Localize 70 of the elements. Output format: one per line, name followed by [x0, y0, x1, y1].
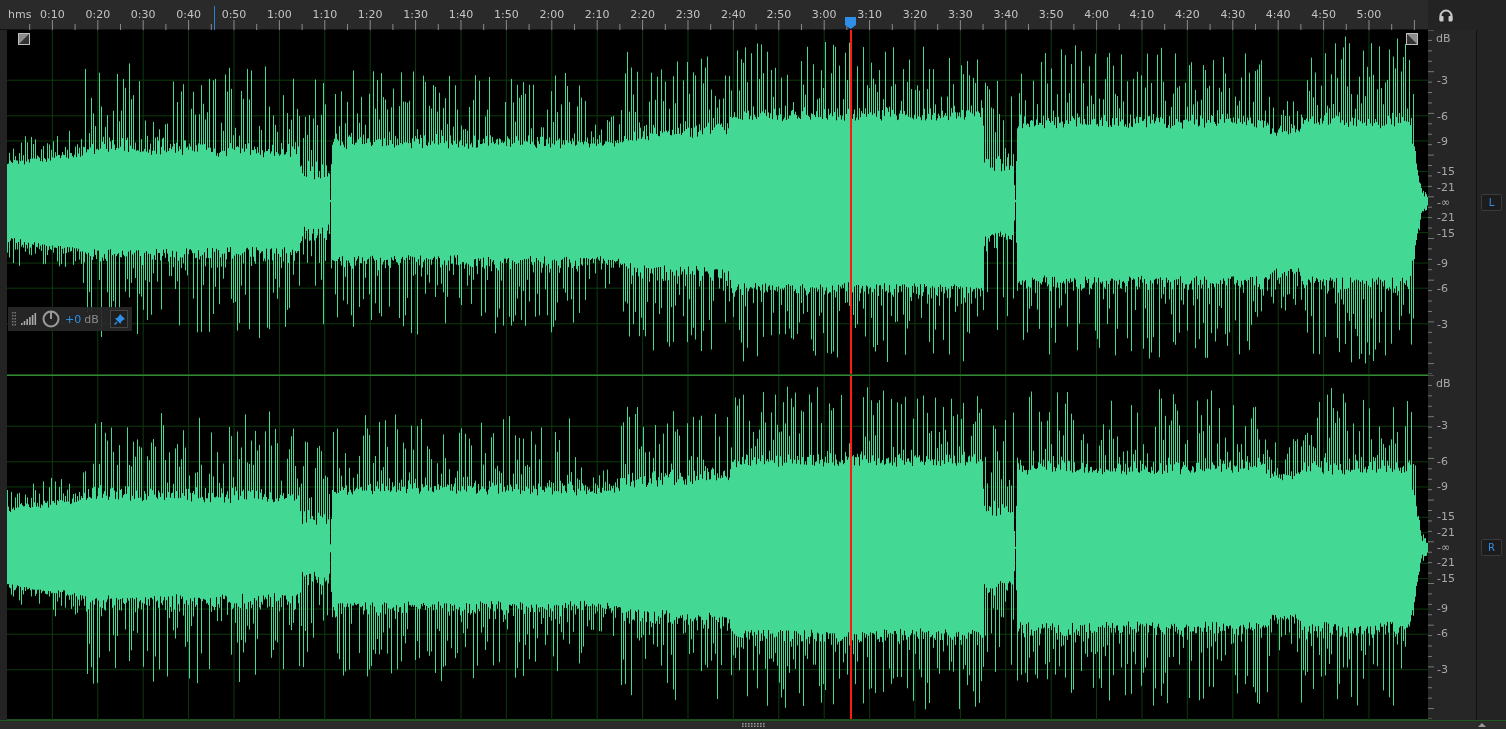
- time-label: 4:50: [1311, 8, 1336, 21]
- db-label: -9: [1437, 602, 1448, 614]
- db-label: -9: [1437, 480, 1448, 492]
- db-label: -3: [1437, 318, 1448, 330]
- fade-out-handle-icon[interactable]: [1406, 33, 1418, 45]
- db-label: -15: [1437, 227, 1455, 239]
- db-label: -21: [1437, 181, 1455, 193]
- pin-icon: [113, 313, 125, 325]
- db-unit-label: dB: [1436, 377, 1451, 390]
- db-label: -9: [1437, 257, 1448, 269]
- db-label: -21: [1437, 211, 1455, 223]
- time-label: 1:30: [403, 8, 428, 21]
- time-label: 0:50: [221, 8, 247, 21]
- time-ruler[interactable]: hms 0:10 0:20 0:30 0:40 0:50 1:00 1:10 1:20 1:30 1:40 1:50 2:00 2:10 2:20 2:30 2:40 2:50 3:00 3:10 3:20 3:30 3:40 3:50 4:00 4:10 4:20 4:30 4:40 4:50 5:00: [0, 0, 1428, 30]
- db-unit-label: dB: [1436, 32, 1451, 45]
- db-label: -3: [1437, 74, 1448, 86]
- volume-knob-icon[interactable]: [42, 310, 60, 328]
- time-label: 3:30: [948, 8, 973, 21]
- grip-icon[interactable]: [12, 311, 16, 327]
- time-label: 4:40: [1265, 8, 1291, 21]
- time-label: 3:40: [993, 8, 1019, 21]
- time-label: 2:40: [721, 8, 746, 21]
- db-label: -21: [1437, 526, 1455, 538]
- time-label: 2:00: [539, 8, 565, 21]
- time-label: 2:50: [766, 8, 792, 21]
- time-label: 0:20: [85, 8, 111, 21]
- db-label: -6: [1437, 455, 1448, 467]
- time-label: 0:30: [130, 8, 156, 21]
- time-label: 4:20: [1175, 8, 1200, 21]
- time-label: 2:20: [630, 8, 655, 21]
- db-label: -15: [1437, 572, 1455, 584]
- time-label: 5:00: [1356, 8, 1382, 21]
- time-label: 1:40: [448, 8, 474, 21]
- time-label: 4:10: [1129, 8, 1155, 21]
- time-label: 2:30: [675, 8, 701, 21]
- time-label: 3:10: [857, 8, 882, 21]
- channel-button[interactable]: R: [1481, 539, 1502, 556]
- caret-icon[interactable]: [1478, 723, 1486, 727]
- db-label: -∞: [1437, 541, 1451, 553]
- db-label: -15: [1437, 165, 1455, 177]
- db-label: -6: [1437, 110, 1448, 122]
- time-label: 1:50: [494, 8, 519, 21]
- db-label: -3: [1437, 663, 1448, 675]
- volume-unit: dB: [84, 312, 99, 326]
- db-label: -∞: [1437, 196, 1451, 208]
- pin-button[interactable]: [110, 310, 128, 328]
- db-label: -3: [1437, 419, 1448, 431]
- time-label: 4:00: [1084, 8, 1109, 21]
- time-label: 1:00: [267, 8, 292, 21]
- db-label: -9: [1437, 135, 1448, 147]
- volume-bars-icon: [21, 313, 37, 325]
- fade-in-handle-icon[interactable]: [18, 33, 30, 45]
- time-label: 3:20: [902, 8, 928, 21]
- resize-grip-icon[interactable]: [742, 723, 766, 727]
- db-label: -6: [1437, 282, 1448, 294]
- time-label: 3:50: [1038, 8, 1064, 21]
- db-label: -6: [1437, 627, 1448, 639]
- channel-button[interactable]: L: [1481, 194, 1502, 211]
- time-label: 3:00: [811, 8, 837, 21]
- time-label: 4:30: [1220, 8, 1246, 21]
- time-label: 0:10: [40, 8, 65, 21]
- headphones-icon[interactable]: [1439, 8, 1453, 22]
- time-label: 0:40: [176, 8, 201, 21]
- db-label: -21: [1437, 556, 1455, 568]
- time-label: 1:20: [357, 8, 383, 21]
- time-unit-label: hms: [8, 8, 32, 21]
- volume-value: +0: [65, 312, 82, 326]
- db-label: -15: [1437, 510, 1455, 522]
- time-label: 2:10: [584, 8, 610, 21]
- time-label: 1:10: [312, 8, 338, 21]
